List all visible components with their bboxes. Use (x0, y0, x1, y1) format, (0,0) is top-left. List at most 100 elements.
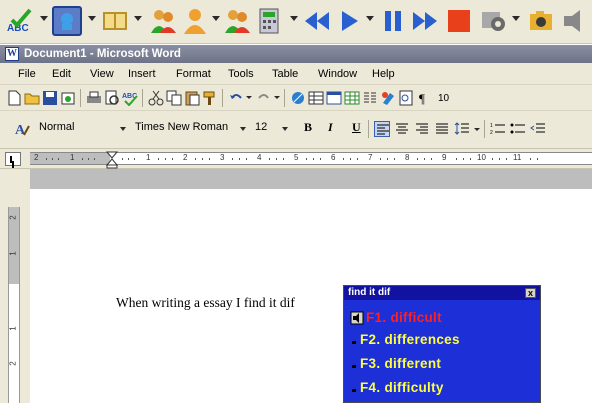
menu-file[interactable]: File (18, 68, 36, 80)
svg-text:¶: ¶ (419, 91, 425, 106)
settings-tools-icon[interactable] (478, 6, 508, 36)
align-left-icon[interactable] (374, 121, 390, 137)
menu-edit[interactable]: Edit (52, 68, 71, 80)
popup-title-bar: find it dif x (344, 286, 540, 300)
underline-button[interactable]: U (352, 120, 361, 135)
ruler-label: 10 (477, 153, 486, 162)
indent-marker-icon[interactable] (106, 151, 118, 169)
ruler-label: 3 (220, 153, 225, 162)
pause-icon[interactable] (378, 6, 408, 36)
numbering-icon[interactable]: 12 (490, 121, 506, 137)
svg-text:1: 1 (490, 123, 493, 129)
close-icon[interactable]: x (525, 288, 536, 298)
rewind-icon[interactable] (302, 6, 332, 36)
font-size-combo[interactable]: 12 (250, 118, 278, 137)
zoom-value[interactable]: 10 (438, 93, 449, 104)
tables-borders-icon[interactable] (308, 90, 324, 106)
ruler-label: 4 (257, 153, 262, 162)
people-remove-icon[interactable] (222, 6, 252, 36)
document-text[interactable]: When writing a essay I find it dif (116, 295, 295, 311)
menu-table[interactable]: Table (272, 68, 298, 80)
ruler-label: 6 (331, 153, 336, 162)
menu-tools[interactable]: Tools (228, 68, 254, 80)
formatting-toolbar: A Normal Times New Roman 12 B I U 12 (0, 111, 592, 149)
person-orange-icon[interactable] (180, 6, 210, 36)
vertical-ruler[interactable]: 2 1 1 2 (8, 207, 20, 403)
spell-check-icon[interactable]: ABC (4, 6, 34, 36)
play-icon[interactable] (334, 6, 364, 36)
drawing-icon[interactable] (380, 90, 396, 106)
audio-icon[interactable] (562, 6, 592, 36)
style-value: Normal (39, 121, 75, 133)
print-preview-icon[interactable] (104, 90, 120, 106)
ruler-label: 5 (294, 153, 299, 162)
ruler-label: 11 (513, 153, 522, 162)
prediction-label: F4. difficulty (360, 380, 444, 395)
speech-head-icon[interactable] (52, 6, 82, 36)
hyperlink-icon[interactable] (290, 90, 306, 106)
undo-icon[interactable] (228, 90, 244, 106)
italic-button[interactable]: I (328, 120, 333, 135)
window-title-bar: W Document1 - Microsoft Word (0, 45, 592, 63)
line-spacing-icon[interactable] (454, 121, 470, 137)
popup-title: find it dif (348, 287, 391, 298)
menu-insert[interactable]: Insert (128, 68, 156, 80)
ruler-label: 8 (405, 153, 410, 162)
prediction-label: F2. differences (360, 332, 460, 347)
stop-icon[interactable] (444, 6, 474, 36)
dictionary-book-icon[interactable] (100, 6, 130, 36)
prediction-label: F1. difficult (366, 310, 442, 325)
word-prediction-popup: find it dif x F1. difficult F2. differen… (343, 285, 541, 403)
ruler-label: 9 (442, 153, 447, 162)
menu-help[interactable]: Help (372, 68, 395, 80)
bold-button[interactable]: B (304, 120, 312, 135)
word-app-icon: W (5, 47, 19, 61)
insert-excel-icon[interactable] (344, 90, 360, 106)
insert-table-icon[interactable] (326, 90, 342, 106)
vruler-label: 1 (8, 251, 18, 256)
horizontal-ruler[interactable]: 2 1 1 2 3 4 5 6 7 8 9 10 11 (0, 149, 592, 169)
spelling-grammar-icon[interactable]: ABC (122, 90, 138, 106)
vruler-label: 1 (8, 326, 18, 331)
align-right-icon[interactable] (414, 121, 430, 137)
align-center-icon[interactable] (394, 121, 410, 137)
menu-window[interactable]: Window (318, 68, 357, 80)
menu-bar: File Edit View Insert Format Tools Table… (0, 63, 592, 85)
new-document-icon[interactable] (6, 90, 22, 106)
speaker-icon[interactable] (350, 311, 364, 325)
open-folder-icon[interactable] (24, 90, 40, 106)
menu-view[interactable]: View (90, 68, 114, 80)
ruler-label: 1 (70, 153, 75, 162)
columns-icon[interactable] (362, 90, 378, 106)
document-map-icon[interactable] (398, 90, 414, 106)
styles-formatting-icon[interactable]: A (14, 121, 30, 137)
show-hide-icon[interactable]: ¶ (416, 90, 432, 106)
copy-icon[interactable] (166, 90, 182, 106)
ruler-label: 1 (146, 153, 151, 162)
permission-icon[interactable] (60, 90, 76, 106)
tab-selector-icon[interactable] (5, 152, 21, 166)
people-icon[interactable] (148, 6, 178, 36)
print-icon[interactable] (86, 90, 102, 106)
cut-icon[interactable] (148, 90, 164, 106)
vruler-label: 2 (8, 215, 18, 220)
decrease-indent-icon[interactable] (530, 121, 546, 137)
ruler-label: 7 (368, 153, 373, 162)
format-painter-icon[interactable] (202, 90, 218, 106)
page-gap (30, 169, 592, 189)
camera-icon[interactable] (526, 6, 556, 36)
prediction-label: F3. different (360, 356, 442, 371)
justify-icon[interactable] (434, 121, 450, 137)
fast-forward-icon[interactable] (410, 6, 440, 36)
menu-format[interactable]: Format (176, 68, 211, 80)
svg-text:2: 2 (490, 130, 493, 136)
font-value: Times New Roman (135, 121, 229, 133)
font-combo[interactable]: Times New Roman (130, 118, 234, 137)
paste-icon[interactable] (184, 90, 200, 106)
bullets-icon[interactable] (510, 121, 526, 137)
style-combo[interactable]: Normal (34, 118, 114, 137)
calculator-icon[interactable] (254, 6, 284, 36)
window-title: Document1 - Microsoft Word (24, 48, 181, 60)
save-icon[interactable] (42, 90, 58, 106)
redo-icon[interactable] (256, 90, 272, 106)
